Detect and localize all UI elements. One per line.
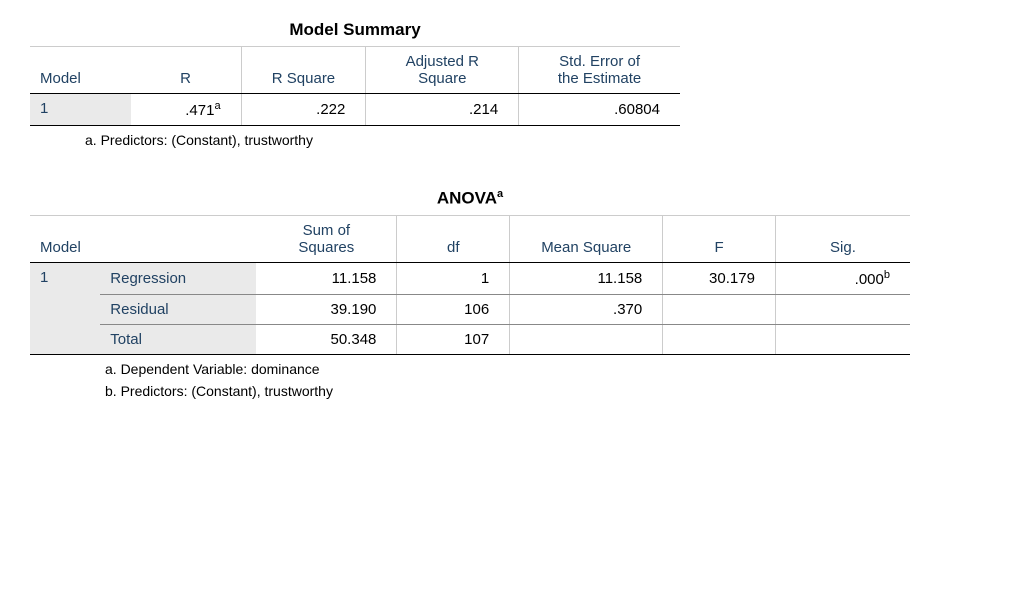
anova-model-num: 1 [30, 262, 100, 354]
anova-reg-label: Regression [100, 262, 256, 294]
model-summary-data-row: 1 .471a .222 .214 .60804 [30, 94, 680, 126]
anova-footnote-a: a. Dependent Variable: dominance [30, 361, 994, 377]
anova-tot-sig [775, 324, 910, 354]
anova-title-text: ANOVA [437, 189, 497, 208]
anova-header-row: Model Sum of Squares df Mean Square F Si… [30, 215, 910, 262]
anova-tot-f [663, 324, 776, 354]
model-summary-header-row: Model R R Square Adjusted R Square Std. … [30, 47, 680, 94]
anova-reg-sig-val: .000 [855, 271, 884, 288]
ms-r-square: .222 [241, 94, 366, 126]
col-r: R [131, 47, 242, 94]
anova-reg-sig-sup: b [884, 269, 890, 281]
anova-tot-sumsq: 50.348 [256, 324, 397, 354]
anova-res-df: 106 [397, 294, 510, 324]
model-summary-footnote-a: a. Predictors: (Constant), trustworthy [30, 132, 994, 148]
anova-col-f: F [663, 215, 776, 262]
anova-col-sumsq: Sum of Squares [256, 215, 397, 262]
anova-reg-df: 1 [397, 262, 510, 294]
ms-r: .471a [131, 94, 242, 126]
model-summary-title: Model Summary [30, 20, 680, 40]
ms-r-val: .471 [185, 102, 214, 119]
anova-col-meansq: Mean Square [510, 215, 663, 262]
anova-reg-f: 30.179 [663, 262, 776, 294]
anova-res-sig [775, 294, 910, 324]
anova-row-regression: 1 Regression 11.158 1 11.158 30.179 .000… [30, 262, 910, 294]
anova-col-model: Model [30, 215, 256, 262]
ms-r-sup: a [214, 100, 220, 112]
model-summary-block: Model Summary Model R R Square Adjusted … [30, 20, 994, 148]
col-std-error: Std. Error of the Estimate [519, 47, 680, 94]
anova-title-sup: a [497, 188, 503, 200]
anova-table: Model Sum of Squares df Mean Square F Si… [30, 215, 910, 355]
anova-tot-meansq [510, 324, 663, 354]
col-model: Model [30, 47, 131, 94]
anova-reg-meansq: 11.158 [510, 262, 663, 294]
anova-col-sig: Sig. [775, 215, 910, 262]
anova-row-residual: Residual 39.190 106 .370 [30, 294, 910, 324]
anova-row-total: Total 50.348 107 [30, 324, 910, 354]
ms-adj-r-square: .214 [366, 94, 519, 126]
anova-reg-sig: .000b [775, 262, 910, 294]
anova-footnote-b: b. Predictors: (Constant), trustworthy [30, 383, 994, 399]
anova-title: ANOVAa [30, 188, 910, 209]
anova-res-sumsq: 39.190 [256, 294, 397, 324]
anova-res-label: Residual [100, 294, 256, 324]
ms-std-error: .60804 [519, 94, 680, 126]
col-r-square: R Square [241, 47, 366, 94]
anova-block: ANOVAa Model Sum of Squares df Mean Squa… [30, 188, 994, 399]
anova-col-df: df [397, 215, 510, 262]
model-summary-table: Model R R Square Adjusted R Square Std. … [30, 46, 680, 126]
anova-res-meansq: .370 [510, 294, 663, 324]
anova-reg-sumsq: 11.158 [256, 262, 397, 294]
anova-tot-label: Total [100, 324, 256, 354]
ms-model-num: 1 [30, 94, 131, 126]
anova-res-f [663, 294, 776, 324]
anova-tot-df: 107 [397, 324, 510, 354]
col-adj-r-square: Adjusted R Square [366, 47, 519, 94]
